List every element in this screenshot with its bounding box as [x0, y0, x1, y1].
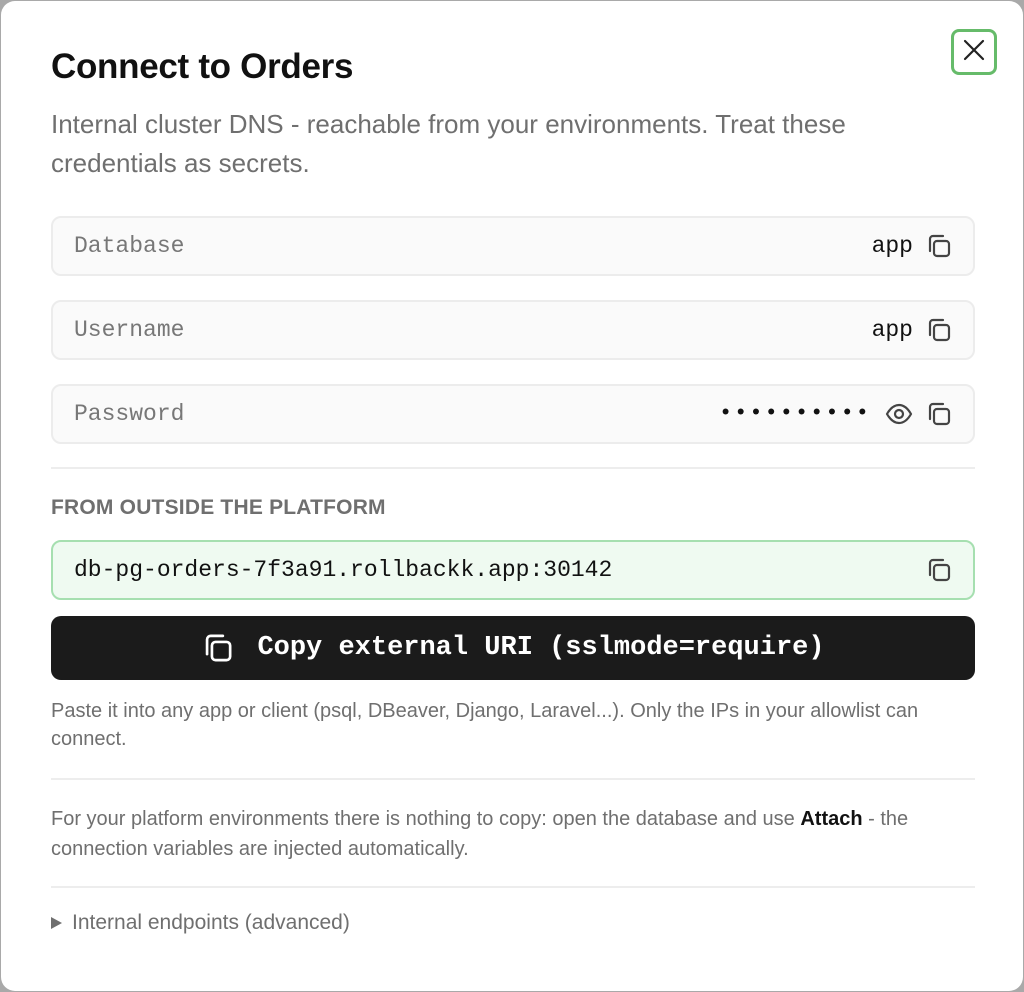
triangle-right-icon [51, 917, 62, 929]
copy-database-button[interactable] [923, 230, 955, 262]
database-field[interactable]: Database app [51, 216, 975, 276]
copy-icon [928, 558, 951, 582]
close-icon [962, 38, 986, 67]
internal-endpoints-toggle[interactable]: Internal endpoints (advanced) [51, 911, 350, 935]
attach-note: For your platform environments there is … [51, 804, 981, 864]
copy-username-button[interactable] [923, 314, 955, 346]
database-value: app [871, 233, 913, 259]
external-host-field[interactable]: db-pg-orders-7f3a91.rollbackk.app:30142 [51, 540, 975, 600]
password-value: •••••••••• [718, 401, 871, 426]
external-section-heading: FROM OUTSIDE THE PLATFORM [51, 496, 386, 519]
divider [51, 467, 975, 469]
database-label: Database [74, 233, 185, 259]
attach-note-prefix: For your platform environments there is … [51, 808, 801, 830]
connect-dialog: Connect to Orders Internal cluster DNS -… [1, 1, 1023, 991]
copy-external-uri-button[interactable]: Copy external URI (sslmode=require) [51, 616, 975, 680]
divider [51, 778, 975, 780]
dialog-title: Connect to Orders [51, 47, 354, 86]
copy-icon [928, 234, 951, 258]
reveal-password-button[interactable] [883, 398, 915, 430]
username-field[interactable]: Username app [51, 300, 975, 360]
external-hint: Paste it into any app or client (psql, D… [51, 700, 919, 750]
copy-icon [928, 318, 951, 342]
divider [51, 886, 975, 888]
password-field[interactable]: Password •••••••••• [51, 384, 975, 444]
password-label: Password [74, 401, 185, 427]
copy-password-button[interactable] [923, 398, 955, 430]
close-button[interactable] [951, 29, 997, 75]
external-host-value: db-pg-orders-7f3a91.rollbackk.app:30142 [74, 557, 613, 583]
copy-external-uri-label: Copy external URI (sslmode=require) [257, 633, 825, 663]
username-value: app [871, 317, 913, 343]
username-label: Username [74, 317, 185, 343]
attach-keyword: Attach [800, 808, 863, 830]
eye-icon [885, 403, 913, 425]
copy-icon [928, 402, 951, 426]
internal-endpoints-label: Internal endpoints (advanced) [72, 911, 350, 934]
copy-icon [206, 634, 232, 662]
copy-external-host-button[interactable] [923, 554, 955, 586]
dialog-subtitle: Internal cluster DNS - reachable from yo… [51, 109, 846, 178]
